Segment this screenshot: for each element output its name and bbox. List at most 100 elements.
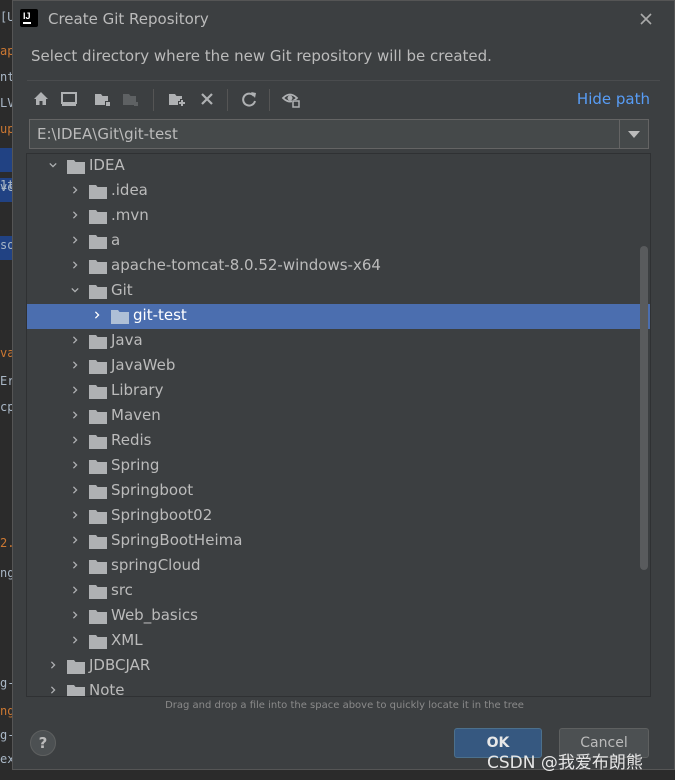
tree-row[interactable]: XML — [27, 629, 650, 654]
tree-row-label: .idea — [111, 181, 148, 199]
tree-row-label: XML — [111, 631, 143, 649]
tree-row[interactable]: Maven — [27, 404, 650, 429]
folder-icon — [89, 435, 107, 449]
path-dropdown-button[interactable] — [619, 120, 648, 148]
csdn-watermark: CSDN @我爱布朗熊 — [487, 753, 643, 773]
refresh-icon — [242, 92, 256, 107]
tree-row[interactable]: .idea — [27, 179, 650, 204]
folder-icon — [89, 610, 107, 624]
tree-row[interactable]: a — [27, 229, 650, 254]
home-button[interactable] — [31, 89, 51, 109]
dialog-title: Create Git Repository — [48, 10, 209, 28]
tree-row-label: JDBCJAR — [89, 656, 151, 674]
tree-row[interactable]: IDEA — [27, 154, 650, 179]
tree-row-label: Redis — [111, 431, 152, 449]
tree-row-label: apache-tomcat-8.0.52-windows-x64 — [111, 256, 381, 274]
chevron-right-icon[interactable] — [93, 311, 101, 319]
new-folder-button[interactable] — [167, 89, 187, 109]
intellij-app-icon: IJ — [18, 7, 40, 29]
folder-icon — [89, 560, 107, 574]
tree-row[interactable]: Library — [27, 379, 650, 404]
path-input[interactable]: E:\IDEA\Git\git-test — [37, 125, 178, 143]
tree-row-label: Maven — [111, 406, 161, 424]
path-combobox[interactable]: E:\IDEA\Git\git-test — [29, 119, 649, 149]
folder-icon — [89, 485, 107, 499]
toolbar-separator — [153, 89, 154, 111]
chevron-right-icon[interactable] — [71, 586, 79, 594]
toolbar-separator — [269, 89, 270, 111]
tree-row-label: Springboot — [111, 481, 194, 499]
toolbar-separator — [227, 89, 228, 111]
tree-row[interactable]: Git — [27, 279, 650, 304]
tree-row[interactable]: springCloud — [27, 554, 650, 579]
tree-row[interactable]: SpringBootHeima — [27, 529, 650, 554]
chevron-right-icon[interactable] — [71, 236, 79, 244]
tree-row-label: Springboot02 — [111, 506, 213, 524]
home-icon — [34, 92, 48, 105]
tree-row[interactable]: Java — [27, 329, 650, 354]
tree-row-label: IDEA — [89, 156, 125, 174]
tree-row[interactable]: src — [27, 579, 650, 604]
module-folder-button[interactable] — [121, 89, 141, 109]
tree-row[interactable]: git-test — [27, 304, 650, 329]
tree-row-label: Spring — [111, 456, 160, 474]
tree-row-label: git-test — [133, 306, 187, 324]
chevron-right-icon[interactable] — [71, 336, 79, 344]
chevron-down-icon[interactable] — [71, 286, 79, 294]
tree-row[interactable]: JavaWeb — [27, 354, 650, 379]
tree-row[interactable]: Note — [27, 679, 650, 696]
directory-tree[interactable]: Note JDBCJAR XML Web_basics src springCloud Sp… — [26, 153, 651, 697]
help-button[interactable]: ? — [30, 730, 56, 756]
chevron-right-icon[interactable] — [71, 436, 79, 444]
chevron-right-icon[interactable] — [71, 636, 79, 644]
folder-icon — [89, 210, 107, 224]
desktop-button[interactable] — [59, 89, 79, 109]
chevron-right-icon[interactable] — [71, 561, 79, 569]
chevron-right-icon[interactable] — [71, 386, 79, 394]
show-hidden-icon — [281, 93, 300, 108]
chevron-right-icon[interactable] — [71, 261, 79, 269]
tree-row[interactable]: JDBCJAR — [27, 654, 650, 679]
folder-icon — [89, 410, 107, 424]
folder-icon — [89, 585, 107, 599]
chevron-right-icon[interactable] — [71, 511, 79, 519]
refresh-button[interactable] — [239, 89, 259, 109]
chevron-right-icon[interactable] — [71, 186, 79, 194]
chevron-right-icon[interactable] — [71, 461, 79, 469]
chevron-right-icon[interactable] — [71, 211, 79, 219]
project-folder-button[interactable] — [93, 89, 113, 109]
chevron-right-icon[interactable] — [71, 411, 79, 419]
tree-row[interactable]: Redis — [27, 429, 650, 454]
tree-row-label: Java — [111, 331, 143, 349]
close-button[interactable] — [636, 9, 656, 29]
tree-row-label: Git — [111, 281, 133, 299]
tree-row-label: springCloud — [111, 556, 201, 574]
module-folder-icon — [123, 94, 138, 106]
folder-icon — [89, 535, 107, 549]
folder-icon — [67, 160, 85, 174]
chevron-right-icon[interactable] — [49, 661, 57, 669]
tree-row[interactable]: apache-tomcat-8.0.52-windows-x64 — [27, 254, 650, 279]
chevron-right-icon[interactable] — [71, 486, 79, 494]
chevron-right-icon[interactable] — [71, 361, 79, 369]
tree-row[interactable]: Spring — [27, 454, 650, 479]
folder-icon — [111, 310, 129, 324]
tree-row[interactable]: Springboot — [27, 479, 650, 504]
delete-button[interactable] — [197, 89, 217, 109]
chevron-right-icon[interactable] — [49, 686, 57, 694]
folder-icon — [89, 510, 107, 524]
tree-row[interactable]: Springboot02 — [27, 504, 650, 529]
chevron-down-icon[interactable] — [49, 161, 57, 169]
show-hidden-files-button[interactable] — [281, 89, 301, 109]
chevron-right-icon[interactable] — [71, 611, 79, 619]
hide-path-link[interactable]: Hide path — [577, 90, 650, 108]
chevron-right-icon[interactable] — [71, 536, 79, 544]
title-bar: IJ Create Git Repository — [13, 1, 674, 39]
tree-row[interactable]: .mvn — [27, 204, 650, 229]
tree-scrollbar[interactable] — [640, 246, 648, 570]
tree-row[interactable]: Web_basics — [27, 604, 650, 629]
project-folder-icon — [95, 94, 111, 107]
close-icon — [640, 13, 652, 25]
tree-row-label: Web_basics — [111, 606, 198, 624]
tree-row-label: SpringBootHeima — [111, 531, 243, 549]
